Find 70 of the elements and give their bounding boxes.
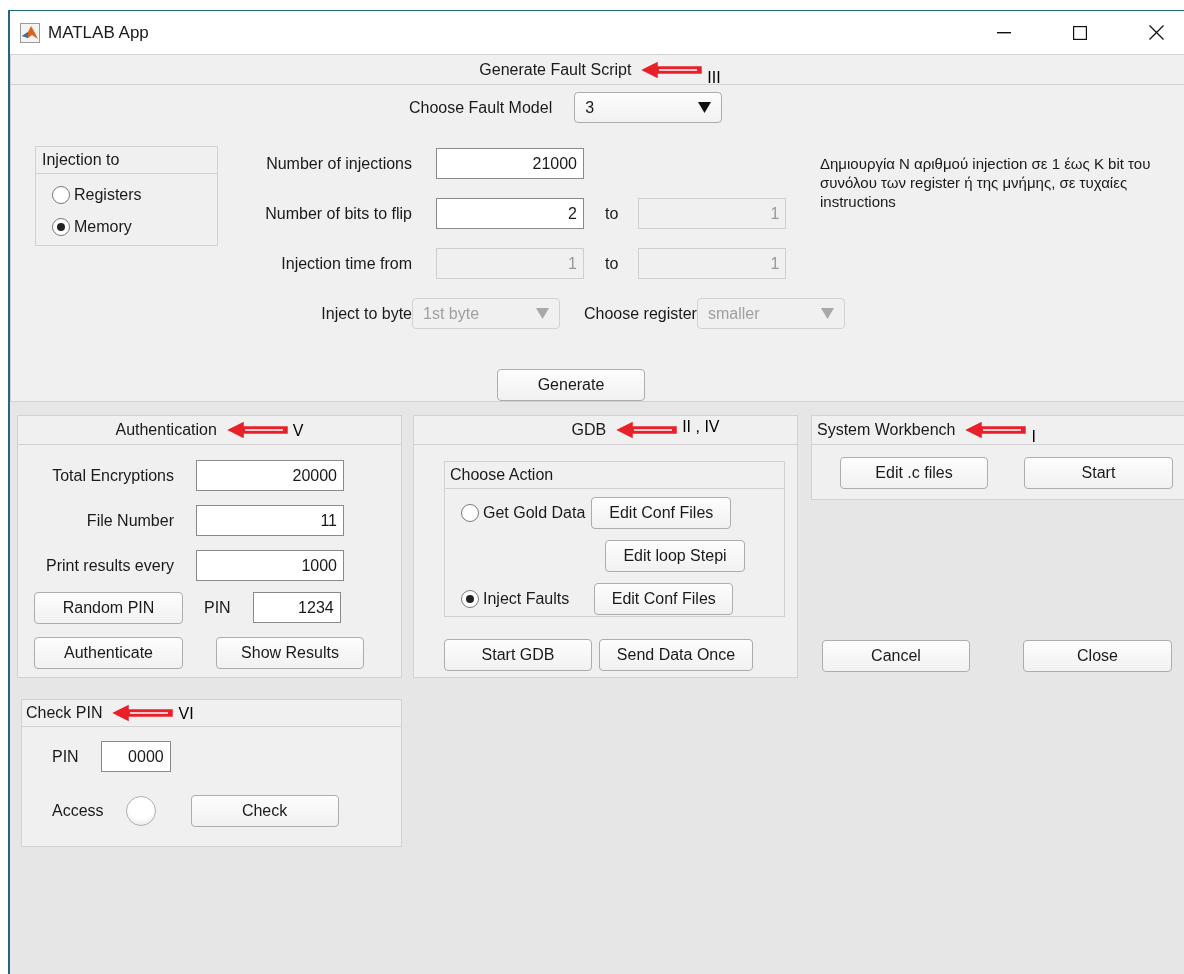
edit-conf-files-button[interactable]: Edit Conf Files [591,496,732,529]
send-data-once-button[interactable]: Send Data Once [599,638,753,671]
field-label: Print results every [44,556,174,575]
field-label: Number of injections [265,154,412,173]
description-text: Δημιουργία Ν αριθμού injection σε 1 έως Κ bit του συνόλου των register ή της μνήμης, σε τυχαίες instructions [820,154,1152,211]
panel-title: System Workbench [817,421,956,439]
panel-title: Check PIN [26,704,103,722]
caret-icon [698,102,712,113]
panel-title: GDB [571,421,607,439]
annotation-label: III [707,68,721,87]
panel-title: Authentication [115,421,217,439]
caret-icon [536,308,549,319]
radio-option[interactable]: Inject Faults [461,589,570,608]
field-label: to [605,254,619,273]
show-results-button[interactable]: Show Results [216,636,364,669]
caret-icon [820,308,834,319]
radio-button[interactable] [52,186,70,204]
text-field[interactable]: 0000 [100,741,171,772]
generate-button[interactable]: Generate [497,368,645,401]
field-label: File Number [85,511,174,530]
field-label: Inject to byte [320,304,412,323]
field-label: Choose register [584,304,697,323]
close-icon[interactable] [1148,25,1164,40]
close-button[interactable]: Close [1023,639,1172,672]
arrow-icon [965,421,1028,439]
annotation-label: I [1031,428,1036,446]
start-gdb-button[interactable]: Start GDB [444,638,592,671]
text-field[interactable]: 1000 [196,550,344,581]
arrow-icon [226,421,289,439]
window-title: MATLAB App [48,22,150,43]
edit-conf-files-button[interactable]: Edit Conf Files [594,582,734,615]
app-icon [20,22,40,43]
start-button[interactable]: Start [1024,456,1173,489]
field-label: Injection time from [280,254,412,273]
group-title: Injection to [42,151,120,169]
dropdown[interactable]: 3 [574,92,723,123]
maximize-icon[interactable] [1073,25,1087,40]
group-title: Choose Action [450,466,554,484]
text-field[interactable]: 21000 [436,148,584,179]
annotation-label: II , IV [682,418,720,436]
field-label: to [605,204,619,223]
panel-title: Generate Fault Script [479,60,632,79]
random-pin-button[interactable]: Random PIN [34,591,183,624]
radio-button[interactable] [52,218,70,236]
field-label: PIN [52,747,79,766]
check-button[interactable]: Check [190,794,339,827]
field-label: Total Encryptions [51,466,174,485]
edit-c-files-button[interactable]: Edit .c files [840,456,988,489]
radio-option[interactable]: Registers [52,186,142,204]
text-field[interactable]: 2 [436,198,584,229]
text-field[interactable]: 11 [196,505,344,536]
radio-option[interactable]: Get Gold Data [461,503,586,522]
authenticate-button[interactable]: Authenticate [34,636,183,669]
annotation-label: VI [178,705,194,723]
arrow-icon [112,704,175,722]
field-label: Access [52,801,104,820]
radio-button[interactable] [461,589,479,608]
arrow-icon [616,421,679,439]
text-field[interactable]: 1234 [252,592,341,623]
field-label: PIN [204,598,231,617]
arrow-icon [641,60,704,79]
radio-button[interactable] [461,503,479,522]
annotation-label: V [292,422,304,440]
edit-loop-stepi-button[interactable]: Edit loop Stepi [605,539,745,572]
text-field[interactable]: 20000 [196,460,344,491]
field-label: Choose Fault Model [409,98,553,117]
field-label: Number of bits to flip [264,204,412,223]
cancel-button[interactable]: Cancel [822,639,970,672]
radio-option[interactable]: Memory [52,218,132,236]
minimize-icon[interactable] [997,31,1011,34]
